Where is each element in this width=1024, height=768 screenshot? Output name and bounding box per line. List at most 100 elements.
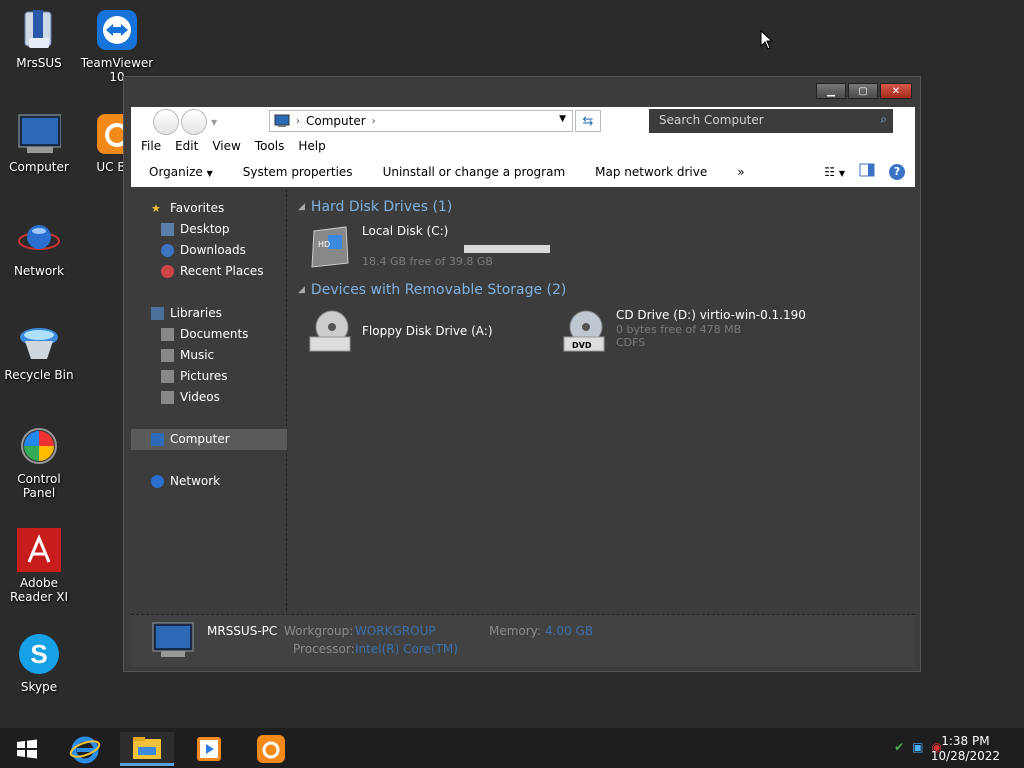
more-commands-button[interactable]: » — [737, 165, 744, 179]
drive-local-disk-c[interactable]: HD Local Disk (C:) 18.4 GB free of 39.8 … — [308, 223, 550, 269]
desktop-icon-computer[interactable]: Computer — [0, 112, 78, 174]
chevron-right-icon: › — [296, 115, 300, 127]
view-options-button[interactable]: ☷ ▼ — [824, 165, 845, 179]
taskbar-clock[interactable]: 1:38 PM 10/28/2022 — [931, 734, 1000, 764]
media-player-icon — [197, 737, 221, 761]
nav-label: Documents — [180, 327, 249, 341]
menu-view[interactable]: View — [212, 139, 240, 153]
maximize-button[interactable]: ▢ — [848, 83, 878, 99]
drive-filesystem: CDFS — [616, 336, 646, 349]
svg-text:S: S — [30, 639, 47, 669]
desktop-icon-label: MrsSUS — [16, 56, 62, 70]
system-properties-button[interactable]: System properties — [243, 165, 353, 179]
menu-bar: File Edit View Tools Help — [141, 139, 326, 153]
menu-file[interactable]: File — [141, 139, 161, 153]
group-header-label: Hard Disk Drives (1) — [310, 199, 453, 215]
clock-time: 1:38 PM — [941, 734, 990, 748]
internet-explorer-icon — [69, 736, 101, 764]
desktop-icon-teamviewer[interactable]: TeamViewer 10 — [78, 8, 156, 84]
drive-floppy-a[interactable]: Floppy Disk Drive (A:) — [308, 307, 493, 353]
menu-help[interactable]: Help — [298, 139, 325, 153]
documents-icon — [161, 327, 174, 341]
address-dropdown-icon[interactable]: ▼ — [559, 114, 566, 124]
ucbrowser-icon — [257, 735, 285, 763]
history-dropdown-icon[interactable]: ▼ — [211, 118, 217, 127]
desktop-icon-label: Control Panel — [17, 472, 61, 500]
clock-date: 10/28/2022 — [930, 749, 1000, 763]
nav-recent-places[interactable]: Recent Places — [161, 264, 263, 278]
group-hard-disk-drives[interactable]: ◢ Hard Disk Drives (1) — [298, 199, 452, 215]
desktop-icon-skype[interactable]: S Skype — [0, 632, 78, 694]
display-icon[interactable]: ▣ — [912, 740, 923, 754]
preview-pane-button[interactable] — [859, 163, 875, 180]
drive-usage-bar — [362, 245, 550, 253]
action-center-icon[interactable]: ✔ — [894, 740, 904, 754]
search-input[interactable]: Search Computer ⌕ — [649, 109, 893, 133]
chevron-right-icon: › — [371, 115, 376, 127]
search-placeholder: Search Computer — [659, 113, 764, 127]
nav-network[interactable]: Network — [151, 474, 220, 488]
collapse-icon: ◢ — [298, 285, 305, 295]
nav-videos[interactable]: Videos — [161, 390, 220, 404]
minimize-button[interactable]: ▁ — [816, 83, 846, 99]
explorer-window: ▁ ▢ ✕ ▼ › Computer › ▼ ⇆ Search Computer… — [123, 76, 921, 672]
menu-edit[interactable]: Edit — [175, 139, 198, 153]
music-icon — [161, 348, 174, 362]
libraries-icon — [151, 306, 164, 320]
taskbar-uc-browser[interactable] — [244, 732, 298, 766]
desktop-icon-mrssus[interactable]: MrsSUS — [0, 8, 78, 70]
workgroup-label: Workgroup: — [284, 624, 354, 638]
nav-pictures[interactable]: Pictures — [161, 369, 228, 383]
desktop-icon-controlpanel[interactable]: Control Panel — [0, 424, 78, 500]
processor-label: Processor: — [293, 642, 355, 656]
close-button[interactable]: ✕ — [880, 83, 912, 99]
taskbar-internet-explorer[interactable] — [58, 732, 112, 766]
window-controls: ▁ ▢ ✕ — [816, 83, 912, 99]
view-controls: ☷ ▼ ? — [824, 163, 905, 180]
organize-button[interactable]: Organize ▼ — [149, 165, 213, 179]
svg-text:DVD: DVD — [572, 341, 592, 350]
navigation-pane: ★ Favorites Desktop Downloads Recent Pla… — [131, 189, 287, 611]
recycle-bin-icon — [17, 320, 61, 364]
content-pane: ◢ Hard Disk Drives (1) HD Local Disk (C:… — [288, 189, 915, 611]
start-button[interactable] — [0, 732, 54, 766]
drive-name: Floppy Disk Drive (A:) — [362, 324, 493, 338]
nav-downloads[interactable]: Downloads — [161, 243, 246, 257]
teamviewer-icon — [95, 8, 139, 52]
pc-name: MRSSUS-PC — [207, 624, 278, 638]
collapse-icon: ◢ — [298, 202, 305, 212]
drive-cd-d[interactable]: DVD CD Drive (D:) virtio-win-0.1.190 0 b… — [562, 307, 806, 353]
desktop-icon-recyclebin[interactable]: Recycle Bin — [0, 320, 78, 382]
nav-desktop[interactable]: Desktop — [161, 222, 230, 236]
nav-libraries[interactable]: Libraries — [151, 306, 222, 320]
nav-label: Favorites — [170, 201, 225, 215]
computer-icon — [17, 112, 61, 156]
taskbar-file-explorer[interactable] — [120, 732, 174, 766]
nav-music[interactable]: Music — [161, 348, 214, 362]
search-icon: ⌕ — [880, 112, 887, 126]
nav-computer[interactable]: Computer — [151, 432, 230, 446]
network-globe-icon — [17, 216, 61, 260]
folder-icon — [133, 736, 161, 759]
desktop-icon-adobereader[interactable]: Adobe Reader XI — [0, 528, 78, 604]
computer-small-icon — [274, 114, 290, 127]
nav-favorites[interactable]: ★ Favorites — [151, 201, 224, 215]
uninstall-program-button[interactable]: Uninstall or change a program — [383, 165, 566, 179]
drive-name: Local Disk (C:) — [362, 224, 449, 238]
desktop-icon-network[interactable]: Network — [0, 216, 78, 278]
back-button[interactable] — [153, 109, 179, 135]
address-bar[interactable]: › Computer › ▼ — [269, 110, 573, 132]
nav-label: Downloads — [180, 243, 246, 257]
nav-documents[interactable]: Documents — [161, 327, 248, 341]
drive-free-space: 18.4 GB free of 39.8 GB — [362, 255, 493, 268]
menu-tools[interactable]: Tools — [255, 139, 285, 153]
forward-button[interactable] — [181, 109, 207, 135]
skype-icon: S — [17, 632, 61, 676]
refresh-button[interactable]: ⇆ — [575, 110, 601, 132]
help-icon[interactable]: ? — [889, 163, 905, 180]
map-network-drive-button[interactable]: Map network drive — [595, 165, 707, 179]
chevron-down-icon: ▼ — [206, 169, 213, 178]
group-removable-storage[interactable]: ◢ Devices with Removable Storage (2) — [298, 282, 566, 298]
taskbar-media-player[interactable] — [182, 732, 236, 766]
desktop-icon-label: Network — [13, 264, 65, 278]
